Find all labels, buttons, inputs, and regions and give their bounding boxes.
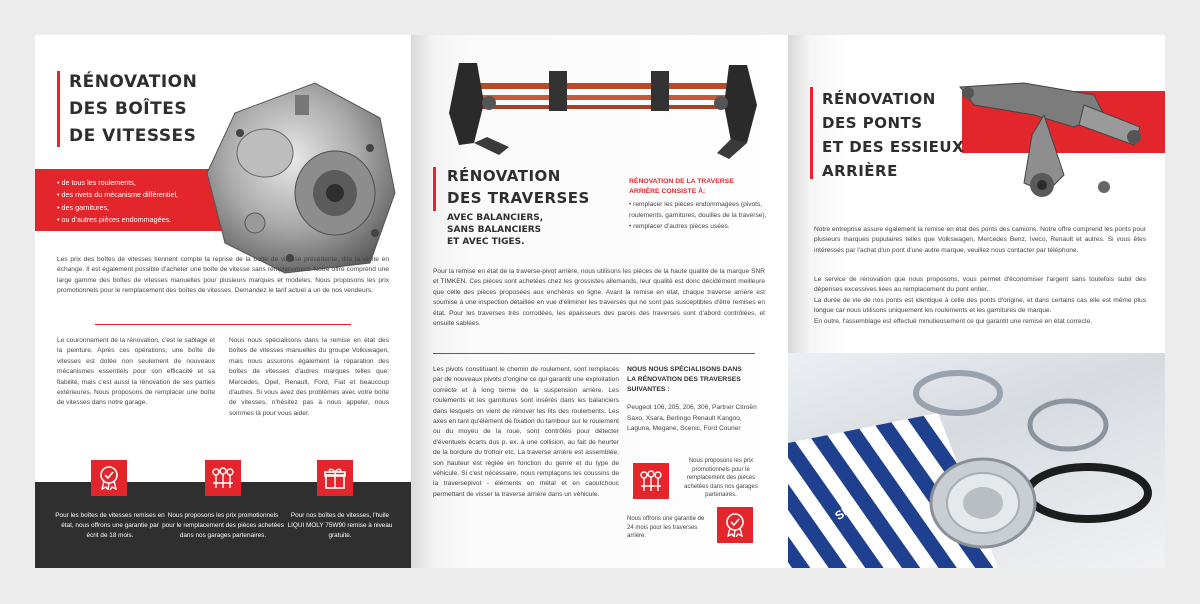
specialization-heading: NOUS NOUS SPÉCIALISONS DANS LA RÉNOVATIO… — [627, 365, 742, 395]
list-item: remplacer les pièces endommagées (pivots… — [629, 199, 779, 221]
auto-parts-icon — [212, 467, 234, 488]
title-line: ET DES ESSIEUX — [822, 138, 965, 156]
subtitle-line: ET AVEC TIGES. — [447, 237, 525, 247]
title-line: RÉNOVATION — [69, 72, 198, 92]
subtitle-line: AVEC BALANCIERS, — [447, 213, 544, 223]
title-line: RÉNOVATION — [447, 167, 561, 185]
axle-lifetime-text: La durée de vie de nos ponts est identiq… — [814, 297, 1146, 315]
list-item: des garnitures, — [57, 202, 178, 214]
warranty-icon-box — [717, 507, 753, 543]
rear-axle-beam-image — [449, 63, 757, 159]
parts-promo-caption: Nous proposons les prix promotionnels po… — [162, 512, 284, 539]
certificate-badge-icon — [726, 513, 744, 537]
title-line: DE VITESSES — [69, 126, 197, 146]
panel-gearbox-renovation: RÉNOVATION DES BOÎTES DE VITESSES de tou… — [35, 35, 411, 568]
title-line: DES TRAVERSES — [447, 189, 590, 207]
crossmember-warranty-caption: Nous offrons une garantie de 24 mois pou… — [627, 516, 705, 540]
bearings-photo: SNR — [788, 353, 1165, 568]
section-divider — [433, 353, 755, 354]
axle-truck-text: Notre entreprise assure également la rem… — [814, 226, 1146, 254]
heading-line: ARRIÈRE CONSISTE À: — [629, 188, 706, 195]
gearbox-intro-text: Les prix des boîtes de vitesses tiennent… — [57, 256, 389, 295]
repair-bullet-list: de tous les roulements, des rivets du mé… — [57, 177, 179, 227]
crossmember-pivots-text: Les pivots constituant le chemin de roul… — [433, 366, 620, 498]
section-divider — [95, 324, 351, 325]
panel-axle-renovation: RÉNOVATION DES PONTS ET DES ESSIEUX ARRI… — [788, 35, 1165, 568]
list-item: ou d'autres pièces endommagées. — [57, 214, 178, 226]
title-line: RÉNOVATION — [822, 90, 936, 108]
promo-caption: Nous proposons les prix promotionnels po… — [684, 458, 758, 499]
crossmember-procedure-heading: RÉNOVATION DE LA TRAVERSE ARRIÈRE CONSIS… — [629, 177, 734, 197]
crossmember-intro-text: Pour la remise en état de la traverse-pi… — [433, 268, 765, 328]
axle-part-image — [959, 82, 1141, 197]
axle-assembly-text: En outre, l'assemblage est effectué minu… — [814, 318, 1093, 325]
panel-title: RÉNOVATION DES PONTS ET DES ESSIEUX ARRI… — [822, 87, 964, 183]
title-accent-bar — [810, 87, 813, 179]
crossmember-procedure-list: remplacer les pièces endommagées (pivots… — [629, 199, 779, 232]
certificate-badge-icon — [100, 466, 118, 490]
heading-line: RÉNOVATION DE LA TRAVERSE — [629, 178, 734, 185]
crossmember-subtitle: AVEC BALANCIERS, SANS BALANCIERS ET AVEC… — [447, 212, 543, 248]
gift-icon-box — [317, 460, 353, 496]
warranty-caption: Pour les boîtes de vitesses remises en é… — [55, 512, 165, 539]
heading-line: NOUS NOUS SPÉCIALISONS DANS — [627, 366, 742, 373]
oil-caption: Pour nos boîtes de vitesses, l'huile LIQ… — [287, 512, 393, 539]
title-line: DES BOÎTES — [69, 99, 188, 119]
list-item: des rivets du mécanisme différentiel, — [57, 189, 179, 201]
parts-icon-box — [205, 460, 241, 496]
panel-title: RÉNOVATION DES TRAVERSES — [447, 165, 590, 209]
title-line: ARRIÈRE — [822, 162, 898, 180]
panel-title: RÉNOVATION DES BOÎTES DE VITESSES — [69, 69, 197, 150]
title-line: DES PONTS — [822, 114, 923, 132]
axle-savings-text: Le service de rénovation que nous propos… — [814, 276, 1146, 294]
title-accent-bar — [433, 167, 436, 211]
subtitle-line: SANS BALANCIERS — [447, 225, 542, 235]
warranty-icon-box — [91, 460, 127, 496]
gearbox-finish-text: Le couronnement de la rénovation, c'est … — [57, 337, 215, 407]
gearbox-image — [206, 82, 396, 274]
heading-line: SUIVANTES : — [627, 386, 670, 393]
gearbox-specialization-text: Nous nous spécialisons dans la remise en… — [229, 337, 389, 417]
list-item: remplacer d'autres pièces usées. — [629, 221, 779, 232]
title-accent-bar — [57, 71, 60, 147]
gift-box-icon — [324, 468, 346, 489]
specialization-models: Peugeot 106, 205, 206, 306, Partner Citr… — [627, 404, 757, 433]
parts-icon-box — [633, 463, 669, 499]
auto-parts-icon — [640, 470, 662, 491]
heading-line: LA RÉNOVATION DES TRAVERSES — [627, 376, 741, 383]
list-item: de tous les roulements, — [57, 177, 178, 189]
panel-crossmember-renovation: RÉNOVATION DES TRAVERSES AVEC BALANCIERS… — [411, 35, 788, 568]
bearing-parts-image — [788, 370, 1152, 568]
